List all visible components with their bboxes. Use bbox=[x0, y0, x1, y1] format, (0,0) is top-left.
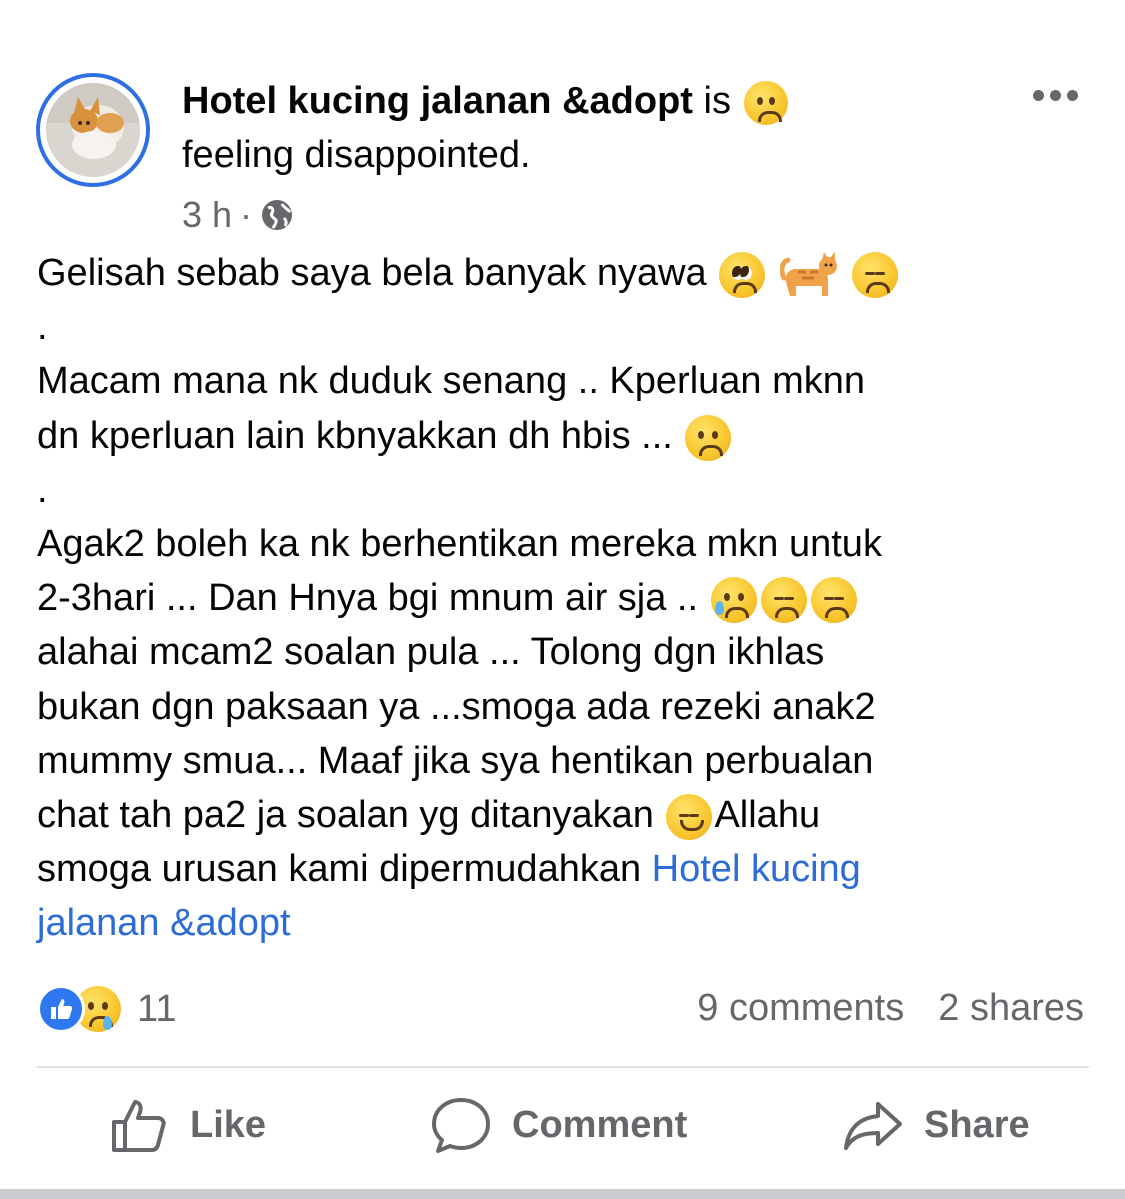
post-line: bukan dgn paksaan ya ...smoga ada rezeki… bbox=[37, 685, 876, 728]
post-line-text: smoga urusan kami dipermudahkan bbox=[37, 848, 642, 891]
pleading-face-emoji-icon bbox=[719, 251, 766, 298]
post-line: dn kperluan lain kbnyakkan dh hbis ... bbox=[37, 409, 1097, 463]
comment-button[interactable]: Comment bbox=[430, 1094, 687, 1156]
cat-emoji-icon bbox=[779, 251, 838, 298]
sad-relieved-face-emoji-icon bbox=[710, 577, 757, 624]
author-name[interactable]: Hotel kucing jalanan &adopt bbox=[182, 80, 693, 122]
like-button[interactable]: Like bbox=[108, 1094, 266, 1156]
post-line: . bbox=[37, 306, 48, 349]
post-line: mummy smua... Maaf jika sya hentikan per… bbox=[37, 739, 874, 782]
post-line: Gelisah sebab saya bela banyak nyawa bbox=[37, 246, 1097, 300]
post-line: jalanan &adopt bbox=[37, 896, 1097, 950]
more-options-icon[interactable] bbox=[1033, 90, 1078, 101]
share-label: Share bbox=[924, 1103, 1030, 1146]
pensive-face-emoji-icon bbox=[760, 577, 807, 624]
bottom-separator-bar bbox=[0, 1189, 1125, 1199]
comment-label: Comment bbox=[512, 1103, 688, 1146]
relieved-face-emoji-icon bbox=[666, 793, 713, 840]
feeling-text: feeling disappointed. bbox=[182, 134, 531, 176]
post-line-text: Allahu bbox=[714, 793, 821, 836]
post-line: . bbox=[37, 468, 48, 511]
post-line-text: 2-3hari ... Dan Hnya bgi mnum air sja .. bbox=[37, 577, 699, 620]
post-line: smoga urusan kami dipermudahkan Hotel ku… bbox=[37, 842, 1097, 896]
post-line: Agak2 boleh ka nk berhentikan mereka mkn… bbox=[37, 522, 882, 565]
post-line-text: dn kperluan lain kbnyakkan dh hbis ... bbox=[37, 414, 673, 457]
action-bar: Like Comment Share bbox=[0, 1094, 1125, 1164]
disappointed-emoji-icon bbox=[743, 80, 788, 125]
post-header: Hotel kucing jalanan &adopt is feeling d… bbox=[182, 74, 912, 182]
share-button[interactable]: Share bbox=[842, 1094, 1030, 1156]
avatar[interactable] bbox=[46, 83, 140, 177]
post-line-text: Gelisah sebab saya bela banyak nyawa bbox=[37, 252, 707, 294]
divider bbox=[37, 1066, 1089, 1068]
comment-bubble-icon bbox=[432, 1098, 490, 1153]
cat-photo bbox=[46, 83, 140, 177]
post-body: Gelisah sebab saya bela banyak nyawa . M… bbox=[37, 246, 1097, 950]
meta-separator: · bbox=[240, 194, 253, 235]
thumbs-up-icon bbox=[112, 1100, 166, 1152]
pensive-face-emoji-icon bbox=[852, 251, 899, 298]
post-line: alahai mcam2 soalan pula ... Tolong dgn … bbox=[37, 631, 825, 674]
is-text: is bbox=[703, 80, 731, 122]
share-arrow-icon bbox=[844, 1102, 902, 1150]
like-reaction-icon bbox=[37, 985, 85, 1033]
page-tag-link[interactable]: Hotel kucing bbox=[652, 848, 861, 890]
post-line: chat tah pa2 ja soalan yg ditanyakan All… bbox=[37, 788, 1097, 842]
engagement-stats: 9 comments 2 shares bbox=[697, 987, 1084, 1030]
post-line: 2-3hari ... Dan Hnya bgi mnum air sja .. bbox=[37, 571, 1097, 625]
post-time[interactable]: 3 h bbox=[182, 194, 232, 236]
shares-count[interactable]: 2 shares bbox=[938, 987, 1084, 1030]
disappointed-face-emoji-icon bbox=[685, 414, 732, 461]
post-line-text: chat tah pa2 ja soalan yg ditanyakan bbox=[37, 793, 654, 836]
comments-count[interactable]: 9 comments bbox=[697, 987, 904, 1030]
post-line: Macam mana nk duduk senang .. Kperluan m… bbox=[37, 360, 866, 403]
page-tag-link[interactable]: jalanan &adopt bbox=[37, 902, 291, 944]
reactions-summary[interactable]: 11 bbox=[37, 985, 176, 1033]
like-label: Like bbox=[190, 1103, 267, 1146]
post-meta: 3 h · bbox=[182, 194, 294, 236]
globe-icon bbox=[262, 200, 293, 230]
profile-avatar-ring[interactable] bbox=[36, 73, 150, 187]
pensive-face-emoji-icon bbox=[810, 577, 857, 624]
reaction-count: 11 bbox=[137, 987, 177, 1030]
